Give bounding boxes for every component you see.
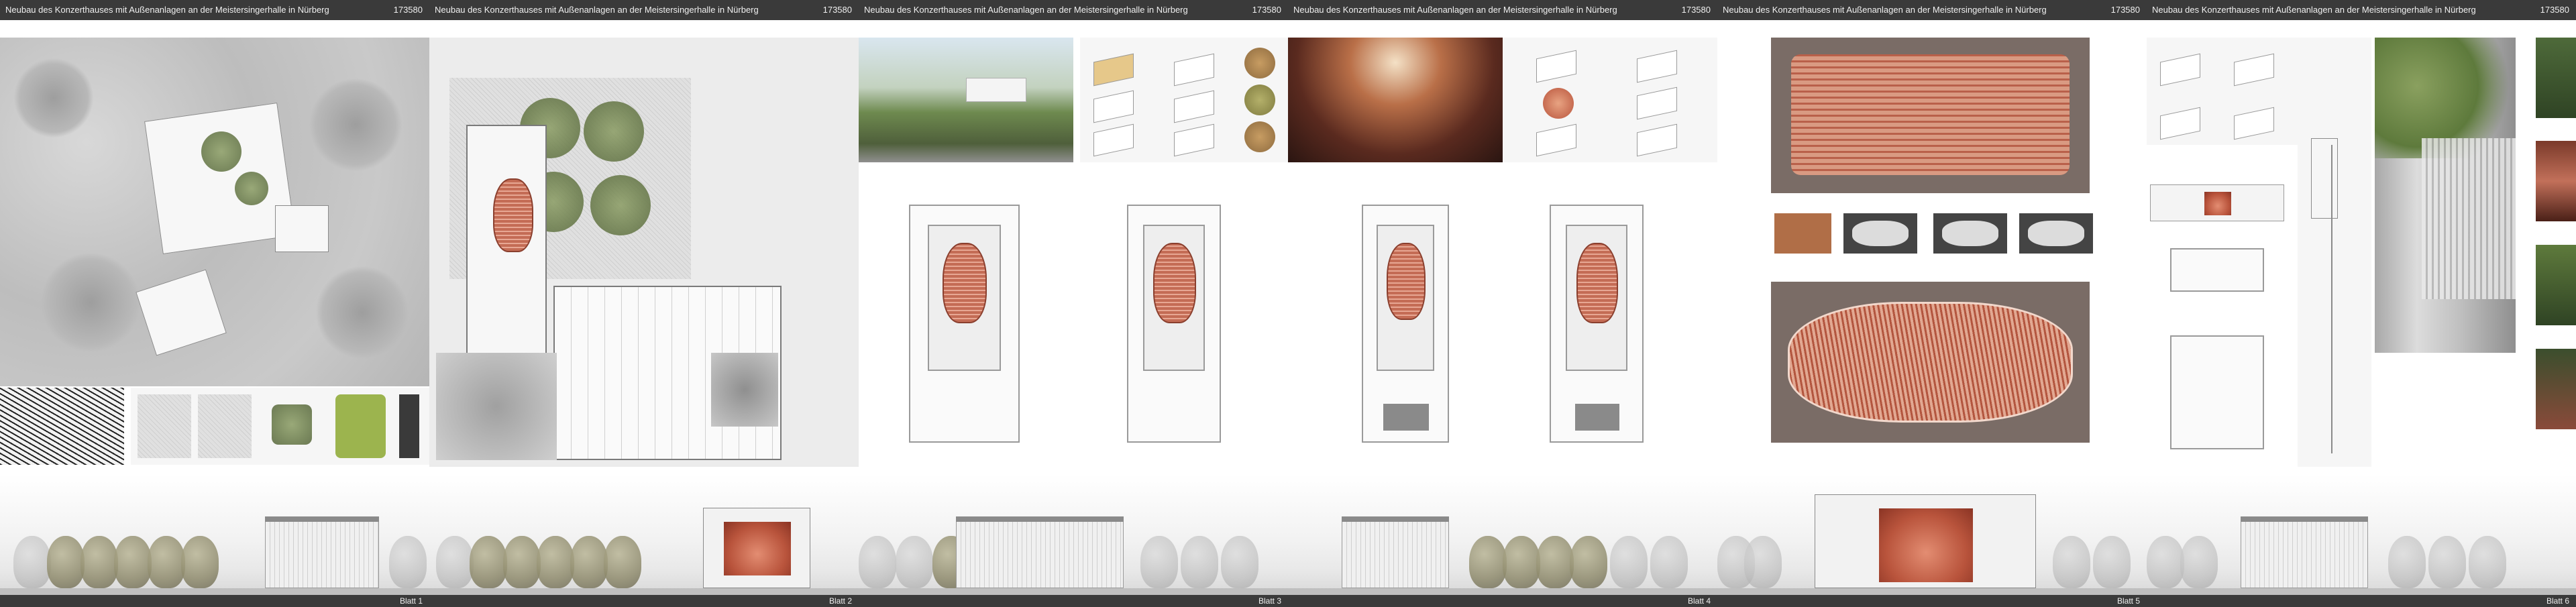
small-plan-upper xyxy=(2170,248,2264,292)
project-title: Neubau des Konzerthauses mit Außenanlage… xyxy=(864,5,1188,15)
exterior-rendering xyxy=(859,38,1073,162)
project-title: Neubau des Konzerthauses mit Außenanlage… xyxy=(5,5,329,15)
material-photo xyxy=(1774,213,1831,254)
sheet-header: Neubau des Konzerthauses mit Außenanlage… xyxy=(859,0,1288,20)
floor-plan-2 xyxy=(1127,205,1221,443)
sheet-4: Neubau des Konzerthauses mit Außenanlage… xyxy=(1288,0,1717,607)
section-view xyxy=(1717,474,2147,595)
sheet-2: Neubau des Konzerthauses mit Außenanlage… xyxy=(429,0,859,607)
detail-diagram-3 xyxy=(2019,213,2093,254)
sheet-footer: Blatt 5 xyxy=(1717,595,2147,607)
sheet-header: Neubau des Konzerthauses mit Außenanlage… xyxy=(429,0,859,20)
floor-plan-1 xyxy=(909,205,1020,443)
facade-section xyxy=(2298,38,2371,467)
floor-plan-3 xyxy=(1362,205,1449,443)
project-title: Neubau des Konzerthauses mit Außenanlage… xyxy=(435,5,759,15)
hall-longitudinal-section xyxy=(1771,38,2090,193)
ground-floor-plan xyxy=(429,38,859,467)
black-plan-diagram xyxy=(0,388,124,465)
sheet-header: Neubau des Konzerthauses mit Außenanlage… xyxy=(2147,0,2576,20)
project-title: Neubau des Konzerthauses mit Außenanlage… xyxy=(1293,5,1617,15)
sheet-label: Blatt 4 xyxy=(1687,596,1711,606)
sheet-footer: Blatt 1 xyxy=(0,595,429,607)
detail-photo-1 xyxy=(2536,38,2576,118)
entry-number: 173580 xyxy=(393,5,423,15)
acoustic-diagrams xyxy=(1503,38,1717,162)
facade-rendering xyxy=(2375,38,2516,353)
sheet-label: Blatt 3 xyxy=(1258,596,1281,606)
sheet-footer: Blatt 2 xyxy=(429,595,859,607)
sheet-6: Neubau des Konzerthauses mit Außenanlage… xyxy=(2147,0,2576,607)
detail-photo-4 xyxy=(2536,349,2576,429)
sheet-header: Neubau des Konzerthauses mit Außenanlage… xyxy=(0,0,429,20)
detail-photo-3 xyxy=(2536,245,2576,325)
section-view xyxy=(429,474,859,595)
sheet-3: Neubau des Konzerthauses mit Außenanlage… xyxy=(859,0,1288,607)
elevation-view xyxy=(2147,474,2576,595)
entry-number: 173580 xyxy=(1252,5,1281,15)
daylight-diagrams xyxy=(2147,38,2298,145)
entry-number: 173580 xyxy=(1681,5,1711,15)
concept-diagrams xyxy=(1080,38,1288,162)
site-plan xyxy=(0,38,429,386)
detail-diagram-1 xyxy=(1843,213,1917,254)
detail-photo-2 xyxy=(2536,141,2576,221)
sheet-label: Blatt 1 xyxy=(399,596,423,606)
project-title: Neubau des Konzerthauses mit Außenanlage… xyxy=(1723,5,2047,15)
sheet-label: Blatt 5 xyxy=(2116,596,2140,606)
project-title: Neubau des Konzerthauses mit Außenanlage… xyxy=(2152,5,2476,15)
small-plan-lower xyxy=(2170,335,2264,449)
hall-plan-view xyxy=(1771,282,2090,443)
entry-number: 173580 xyxy=(2540,5,2569,15)
sheet-header: Neubau des Konzerthauses mit Außenanlage… xyxy=(1288,0,1717,20)
sheet-footer: Blatt 4 xyxy=(1288,595,1717,607)
floor-plan-4 xyxy=(1550,205,1644,443)
concert-hall-seating xyxy=(493,178,533,252)
detail-diagram-2 xyxy=(1933,213,2007,254)
elevation-view xyxy=(1288,474,1717,595)
sheet-1: Neubau des Konzerthauses mit Außenanlage… xyxy=(0,0,429,607)
sheet-label: Blatt 2 xyxy=(828,596,852,606)
entry-number: 173580 xyxy=(822,5,852,15)
entry-number: 173580 xyxy=(2110,5,2140,15)
sheet-label: Blatt 6 xyxy=(2546,596,2569,606)
sheet-5: Neubau des Konzerthauses mit Außenanlage… xyxy=(1717,0,2147,607)
elevation-view xyxy=(859,474,1288,595)
elevation-view xyxy=(0,474,429,595)
site-diagrams xyxy=(131,388,429,465)
small-section xyxy=(2150,184,2284,221)
sheet-footer: Blatt 3 xyxy=(859,595,1288,607)
sheet-header: Neubau des Konzerthauses mit Außenanlage… xyxy=(1717,0,2147,20)
interior-rendering xyxy=(1288,38,1503,162)
sheet-footer: Blatt 6 xyxy=(2147,595,2576,607)
